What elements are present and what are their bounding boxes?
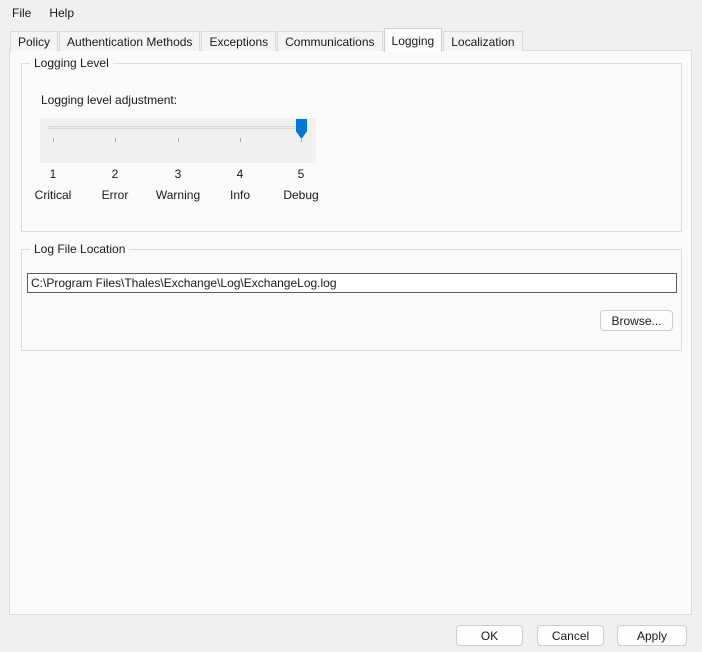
level-name: Error: [101, 188, 129, 202]
level-info: 4 Info: [208, 167, 272, 202]
slider-tick-2: [115, 138, 116, 142]
menu-help[interactable]: Help: [40, 2, 83, 24]
slider-tick-4: [240, 138, 241, 142]
level-error: 2 Error: [83, 167, 147, 202]
level-name: Info: [229, 188, 250, 202]
level-debug: 5 Debug: [269, 167, 333, 202]
browse-button[interactable]: Browse...: [600, 310, 673, 331]
level-name: Warning: [155, 188, 201, 202]
level-warning: 3 Warning: [146, 167, 210, 202]
level-number: 5: [297, 167, 305, 181]
menu-file[interactable]: File: [3, 2, 40, 24]
level-number: 4: [236, 167, 244, 181]
tab-localization[interactable]: Localization: [443, 31, 523, 51]
log-file-path-input[interactable]: [27, 273, 677, 293]
tab-policy[interactable]: Policy: [10, 31, 59, 51]
tab-authentication-methods[interactable]: Authentication Methods: [59, 31, 201, 51]
menu-bar: File Help: [0, 0, 702, 26]
ok-button[interactable]: OK: [456, 625, 523, 646]
slider-thumb[interactable]: [296, 119, 307, 139]
tab-communications[interactable]: Communications: [277, 31, 383, 51]
tab-logging[interactable]: Logging: [383, 28, 443, 52]
level-number: 1: [49, 167, 57, 181]
logging-level-group-title: Logging Level: [30, 56, 113, 70]
log-file-location-groupbox: Log File Location: [21, 242, 682, 351]
slider-tick-1: [53, 138, 54, 142]
logging-level-adjustment-label: Logging level adjustment:: [41, 93, 178, 107]
apply-button[interactable]: Apply: [617, 625, 687, 646]
tab-exceptions[interactable]: Exceptions: [201, 31, 277, 51]
slider-tick-5: [301, 138, 302, 142]
level-critical: 1 Critical: [21, 167, 85, 202]
tab-strip: Policy Authentication Methods Exceptions…: [10, 27, 524, 52]
logging-level-slider[interactable]: [40, 118, 316, 163]
slider-tick-3: [178, 138, 179, 142]
level-name: Critical: [34, 188, 72, 202]
log-file-location-group-title: Log File Location: [30, 242, 130, 256]
cancel-button[interactable]: Cancel: [537, 625, 604, 646]
level-number: 3: [174, 167, 182, 181]
level-labels-row: 1 Critical 2 Error 3 Warning 4 Info 5 De…: [10, 167, 691, 217]
settings-window: File Help Policy Authentication Methods …: [0, 0, 702, 652]
slider-track[interactable]: [48, 126, 300, 129]
logging-tab-page: Logging Level Logging level adjustment: …: [9, 50, 692, 615]
level-name: Debug: [283, 188, 319, 202]
level-number: 2: [111, 167, 119, 181]
